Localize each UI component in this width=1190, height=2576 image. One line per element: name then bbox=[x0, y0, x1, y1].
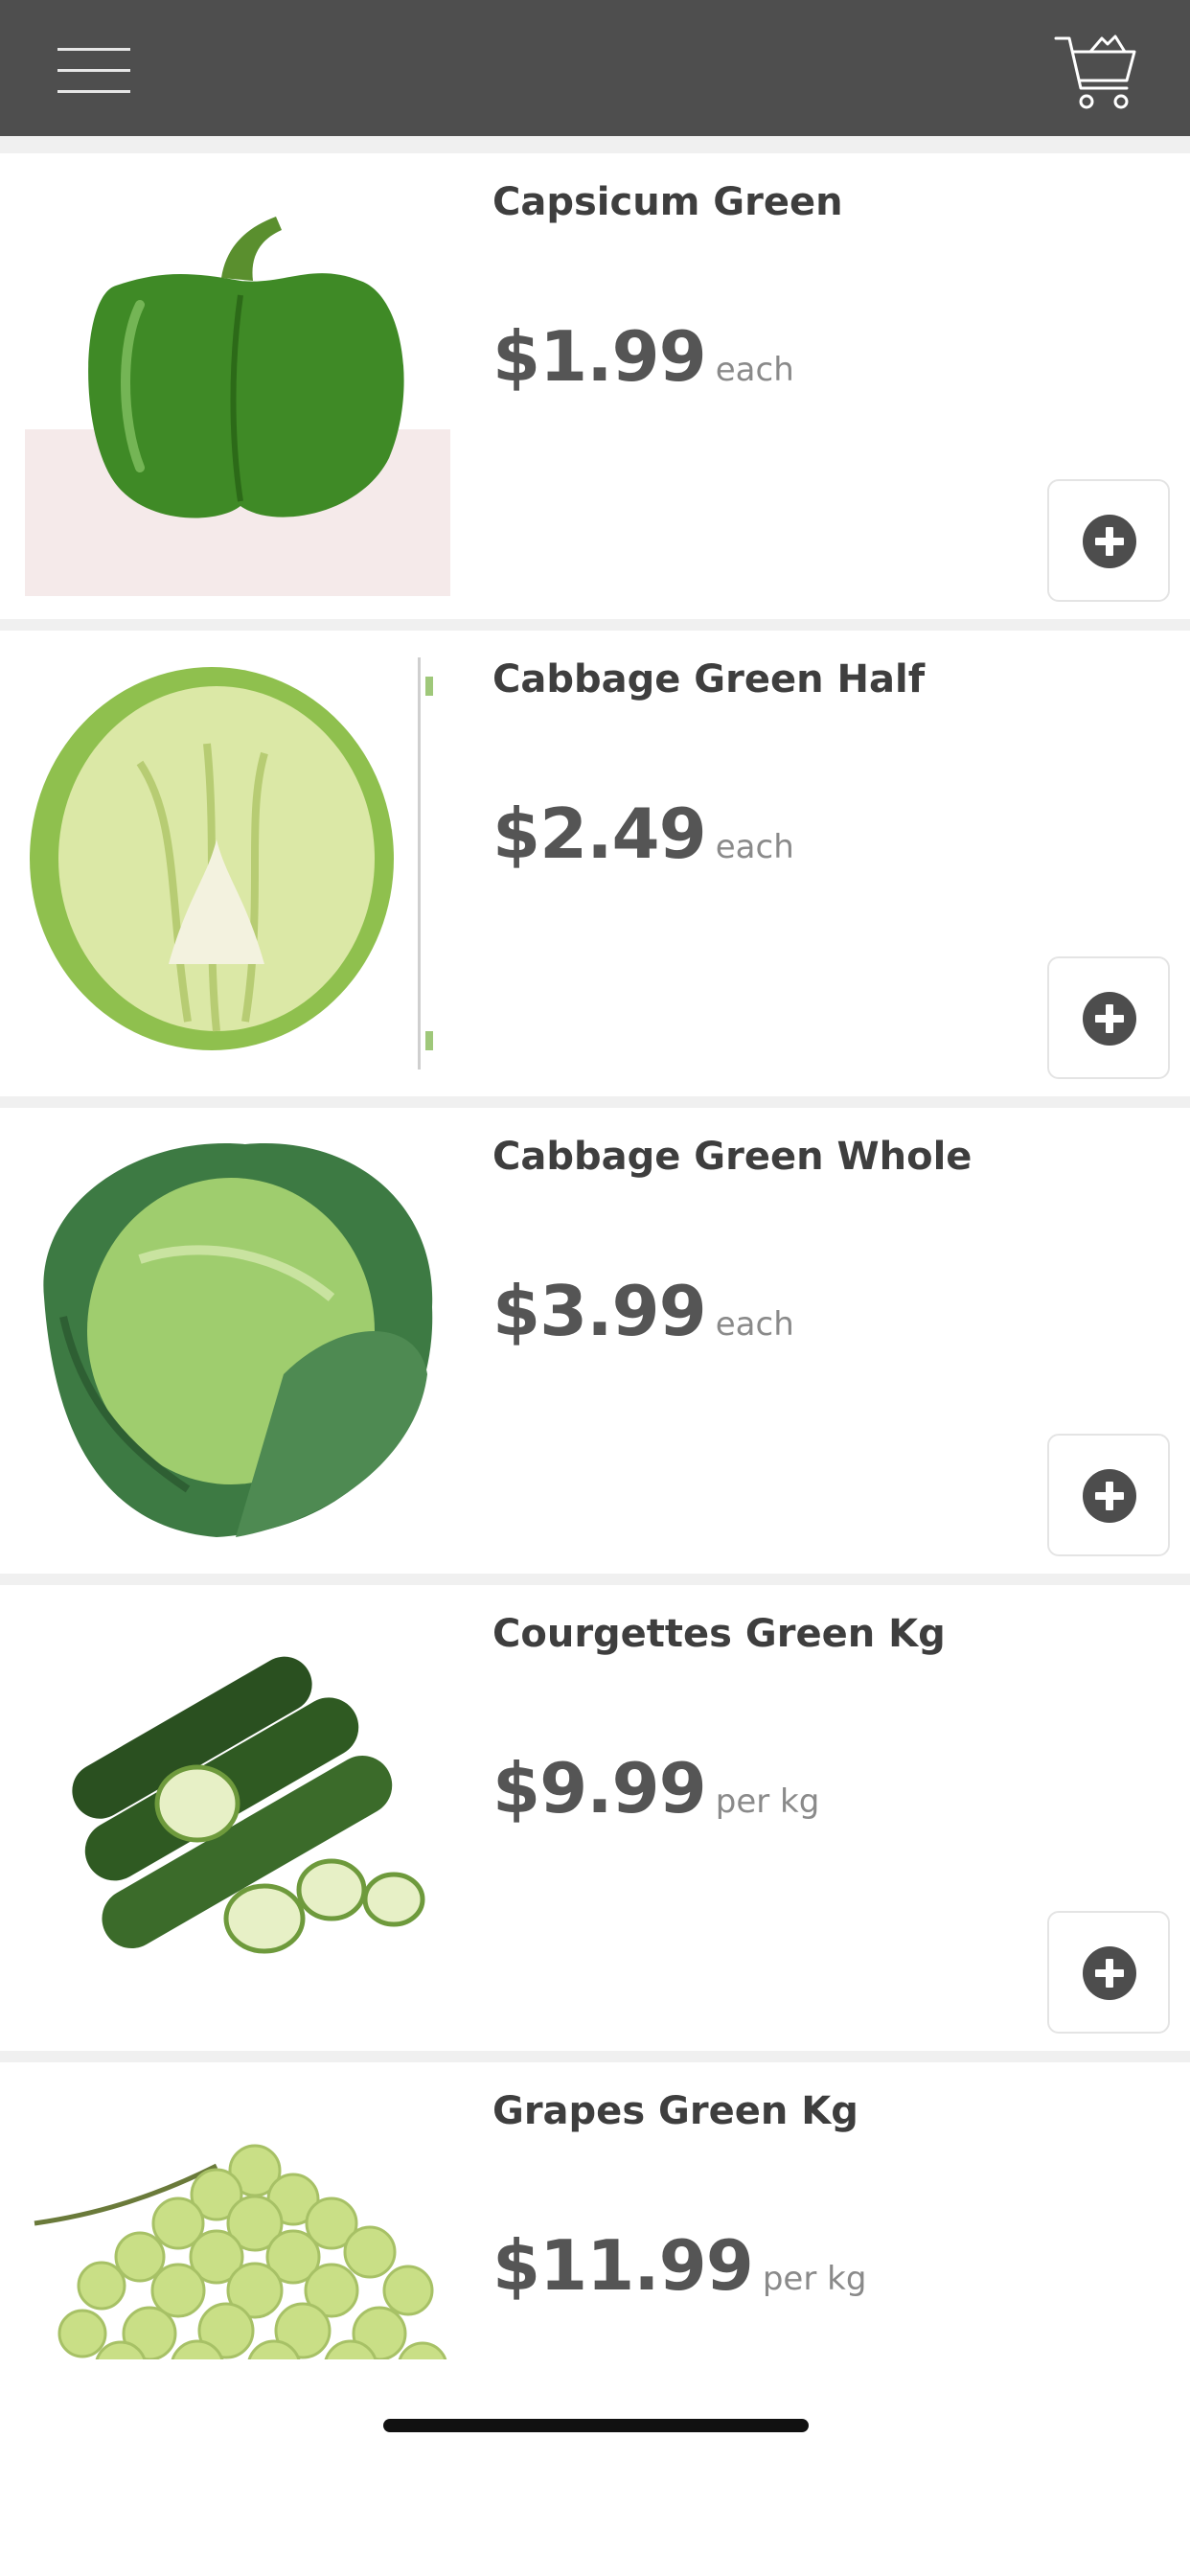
product-name: Courgettes Green Kg bbox=[492, 1612, 946, 1656]
price-row: $11.99 per kg bbox=[492, 2225, 866, 2306]
price-row: $1.99 each bbox=[492, 316, 794, 397]
add-to-cart-button[interactable] bbox=[1047, 1434, 1170, 1556]
price-row: $3.99 each bbox=[492, 1271, 794, 1351]
product-name: Cabbage Green Whole bbox=[492, 1135, 973, 1179]
product-name: Grapes Green Kg bbox=[492, 2089, 858, 2133]
price-unit: each bbox=[715, 1305, 794, 1344]
product-card: Capsicum Green $1.99 each bbox=[0, 153, 1190, 619]
product-name: Capsicum Green bbox=[492, 180, 843, 224]
cabbage-whole-image bbox=[25, 1125, 450, 1551]
price-row: $9.99 per kg bbox=[492, 1748, 819, 1828]
courgettes-image bbox=[25, 1602, 450, 2028]
green-grapes-image bbox=[25, 2080, 450, 2359]
hamburger-menu-icon[interactable] bbox=[50, 40, 136, 100]
product-price: $11.99 bbox=[492, 2225, 754, 2306]
plus-circle-icon bbox=[1083, 1469, 1136, 1523]
product-card: Grapes Green Kg $11.99 per kg bbox=[0, 2062, 1190, 2359]
product-card: Cabbage Green Whole $3.99 each bbox=[0, 1108, 1190, 1574]
product-card: Courgettes Green Kg $9.99 per kg bbox=[0, 1585, 1190, 2051]
product-price: $2.49 bbox=[492, 794, 707, 874]
product-name: Cabbage Green Half bbox=[492, 657, 926, 702]
plus-circle-icon bbox=[1083, 515, 1136, 568]
shopping-cart-icon[interactable] bbox=[1052, 33, 1140, 113]
plus-circle-icon bbox=[1083, 1946, 1136, 2000]
add-to-cart-button[interactable] bbox=[1047, 956, 1170, 1079]
add-to-cart-button[interactable] bbox=[1047, 1911, 1170, 2034]
cabbage-half-image bbox=[25, 648, 450, 1073]
add-to-cart-button[interactable] bbox=[1047, 479, 1170, 602]
price-unit: each bbox=[715, 351, 794, 389]
price-row: $2.49 each bbox=[492, 794, 794, 874]
app-header bbox=[0, 0, 1190, 136]
product-price: $9.99 bbox=[492, 1748, 707, 1828]
home-indicator[interactable] bbox=[383, 2419, 809, 2432]
price-unit: each bbox=[715, 828, 794, 866]
product-price: $1.99 bbox=[492, 316, 707, 397]
price-unit: per kg bbox=[762, 2260, 867, 2298]
product-card: Cabbage Green Half $2.49 each bbox=[0, 631, 1190, 1096]
price-unit: per kg bbox=[715, 1782, 820, 1821]
product-price: $3.99 bbox=[492, 1271, 707, 1351]
product-list[interactable]: Capsicum Green $1.99 each Cabbage Green … bbox=[0, 136, 1190, 2359]
green-capsicum-image bbox=[25, 171, 450, 596]
plus-circle-icon bbox=[1083, 992, 1136, 1046]
